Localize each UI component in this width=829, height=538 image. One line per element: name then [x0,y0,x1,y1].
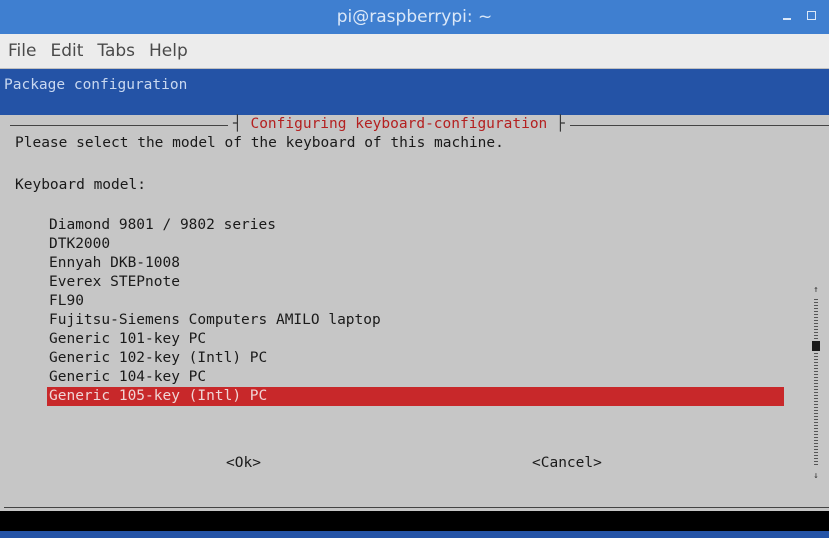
scroll-track[interactable] [814,299,818,467]
menu-tabs[interactable]: Tabs [91,41,141,61]
title-bar[interactable]: pi@raspberrypi: ~ [0,0,829,34]
menu-file[interactable]: File [2,41,42,61]
window-title: pi@raspberrypi: ~ [336,7,493,27]
list-item-selected[interactable]: Generic 105-key (Intl) PC [47,387,784,406]
package-config-label: Package configuration [4,77,188,93]
list-item[interactable]: Generic 104-key PC [47,368,784,387]
keyboard-model-label: Keyboard model: [15,177,146,193]
dialog-title-text: Configuring keyboard-configuration [250,116,548,132]
list-item[interactable]: Generic 101-key PC [47,330,784,349]
terminal-area[interactable]: Package configuration ┤ Configuring keyb… [0,69,829,538]
list-item[interactable]: Generic 102-key (Intl) PC [47,349,784,368]
scroll-thumb[interactable] [812,341,820,351]
minimize-icon[interactable] [781,6,795,26]
terminal-background [0,531,829,538]
menu-bar: File Edit Tabs Help [0,34,829,69]
maximize-icon[interactable] [805,6,819,26]
dialog-shadow [0,511,829,531]
list-item[interactable]: FL90 [47,292,784,311]
list-item[interactable]: Fujitsu-Siemens Computers AMILO laptop [47,311,784,330]
menu-edit[interactable]: Edit [44,41,89,61]
list-scrollbar[interactable]: ↑ ↓ [811,285,821,481]
ok-button[interactable]: <Ok> [226,455,261,471]
scroll-up-icon[interactable]: ↑ [811,285,821,295]
cancel-button[interactable]: <Cancel> [532,455,602,471]
list-item[interactable]: Everex STEPnote [47,273,784,292]
window-controls [781,6,819,26]
list-item[interactable]: DTK2000 [47,235,784,254]
dialog-bottom-border [4,507,829,508]
dialog-title: ┤ Configuring keyboard-configuration ├ [228,116,570,132]
list-item[interactable]: Ennyah DKB-1008 [47,254,784,273]
package-config-header: Package configuration [0,69,829,115]
dialog-prompt: Please select the model of the keyboard … [15,135,504,151]
list-item[interactable]: Diamond 9801 / 9802 series [47,216,784,235]
terminal-window: pi@raspberrypi: ~ File Edit Tabs Help Pa… [0,0,829,538]
keyboard-config-dialog: ┤ Configuring keyboard-configuration ├ P… [4,115,829,508]
scroll-down-icon[interactable]: ↓ [811,471,821,481]
menu-help[interactable]: Help [143,41,194,61]
